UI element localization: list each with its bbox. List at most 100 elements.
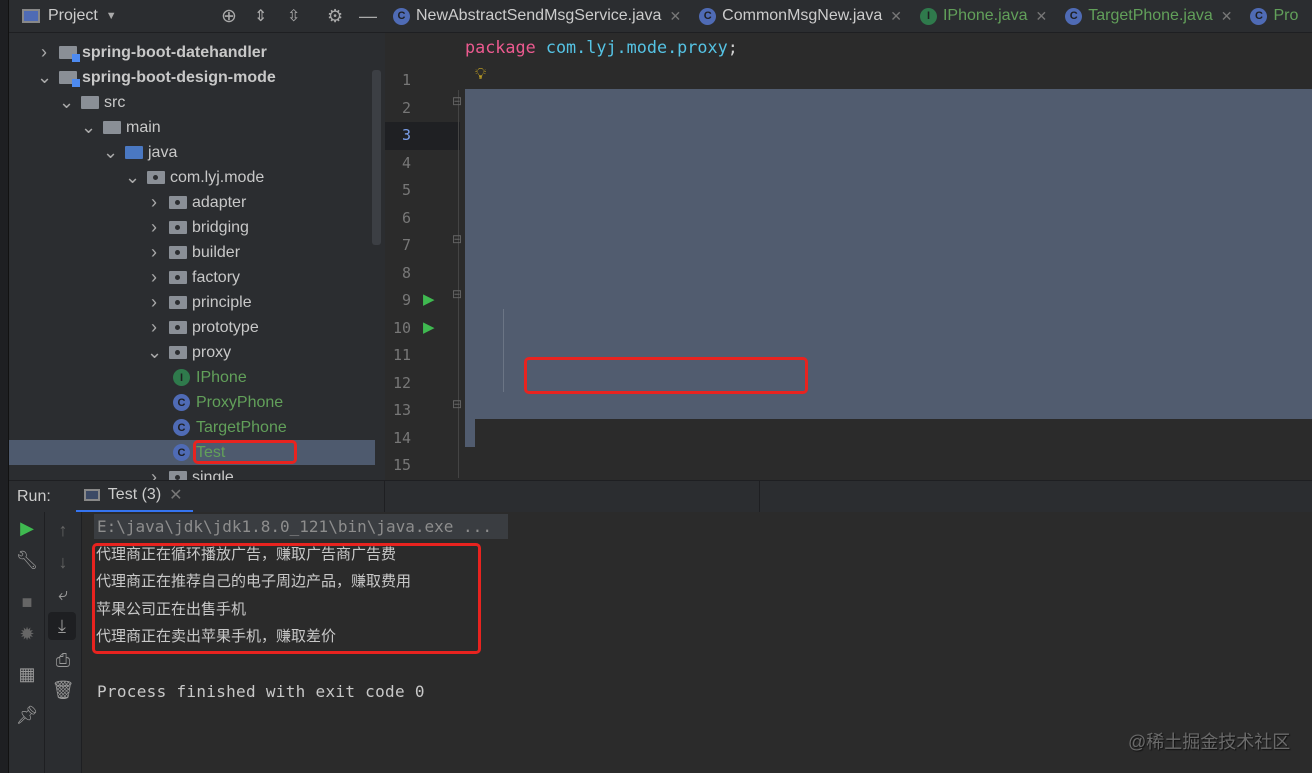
- class-icon: C: [173, 444, 190, 461]
- pin-icon[interactable]: 📌︎: [9, 705, 45, 726]
- arrow-up-icon[interactable]: ↑: [45, 520, 81, 541]
- chevron-right-icon[interactable]: ›: [147, 317, 161, 338]
- editor-tab[interactable]: C Pro: [1242, 7, 1308, 25]
- chevron-right-icon[interactable]: ›: [147, 192, 161, 213]
- run-panel-header: Run: Test (3) ✕: [9, 480, 1312, 513]
- interface-icon: I: [173, 369, 190, 386]
- package-icon: [169, 271, 187, 284]
- wrench-icon[interactable]: 🔧︎: [9, 550, 45, 571]
- arrow-down-icon[interactable]: ↓: [45, 552, 81, 573]
- soft-wrap-icon[interactable]: ⤶: [45, 584, 81, 605]
- line-number: 7: [401, 236, 411, 254]
- tree-item[interactable]: ⌄ proxy: [9, 340, 375, 365]
- code-editor[interactable]: C NewAbstractSendMsgService.java ✕ C CommonM…: [385, 0, 1312, 502]
- close-icon[interactable]: ✕: [1035, 8, 1047, 25]
- tree-item[interactable]: ⌄ java: [9, 140, 375, 165]
- close-icon[interactable]: ✕: [1221, 8, 1233, 25]
- tree-item[interactable]: › prototype: [9, 315, 375, 340]
- console-toolbar: ↑ ↓ ⤶ ⤓ ⎙ 🗑︎: [45, 512, 82, 773]
- chevron-down-icon[interactable]: ⌄: [81, 117, 96, 138]
- rerun-icon[interactable]: ▶: [9, 518, 45, 539]
- line-number: 6: [401, 208, 411, 227]
- chevron-down-icon[interactable]: ⌄: [37, 67, 52, 88]
- tree-item[interactable]: C ProxyPhone: [9, 390, 375, 415]
- tab-label: CommonMsgNew.java: [722, 7, 883, 24]
- chevron-down-icon[interactable]: ⌄: [103, 142, 118, 163]
- chevron-right-icon[interactable]: ›: [147, 267, 161, 288]
- trash-icon[interactable]: 🗑︎: [45, 680, 81, 701]
- stop-icon[interactable]: ■: [9, 592, 45, 613]
- chevron-right-icon[interactable]: ›: [147, 217, 161, 238]
- chevron-down-icon[interactable]: ⌄: [125, 167, 140, 188]
- code-token: ;: [727, 37, 738, 57]
- fold-icon[interactable]: ⊟: [452, 397, 462, 411]
- chevron-down-icon[interactable]: ⌄: [59, 92, 74, 113]
- line-number: 8: [401, 263, 411, 282]
- folder-icon: [103, 121, 121, 134]
- tree-item-label: IPhone: [196, 368, 247, 386]
- tree-item-label: adapter: [192, 193, 247, 211]
- print-icon[interactable]: ⎙: [45, 650, 81, 671]
- chevron-right-icon[interactable]: ›: [37, 42, 51, 63]
- tree-item[interactable]: ⌄ main: [9, 115, 375, 140]
- tree-item[interactable]: C TargetPhone: [9, 415, 375, 440]
- fold-icon[interactable]: ⊟: [452, 287, 462, 301]
- gear-icon[interactable]: ⚙: [327, 6, 343, 27]
- tree-item[interactable]: › adapter: [9, 190, 375, 215]
- package-icon: [169, 296, 187, 309]
- fold-icon[interactable]: ⊟: [452, 232, 462, 246]
- line-number: 14: [392, 428, 411, 447]
- tree-item-label: java: [148, 143, 178, 161]
- run-gutter-icon[interactable]: ▶: [423, 318, 435, 336]
- tree-item[interactable]: ⌄ spring-boot-design-mode: [9, 65, 375, 90]
- tree-item[interactable]: › factory: [9, 265, 375, 290]
- console-line: Process finished with exit code 0: [97, 682, 425, 701]
- line-number: 9: [401, 291, 411, 309]
- close-icon[interactable]: ✕: [169, 485, 182, 505]
- left-tool-strip: [0, 0, 9, 773]
- project-title[interactable]: Project: [48, 7, 98, 25]
- expand-all-icon[interactable]: ⇕: [254, 6, 267, 26]
- minimize-icon[interactable]: —: [359, 6, 377, 27]
- folder-icon: [81, 96, 99, 109]
- editor-tab[interactable]: C CommonMsgNew.java ✕: [691, 7, 912, 25]
- editor-tab[interactable]: C TargetPhone.java ✕: [1057, 7, 1242, 25]
- tree-item-label: factory: [192, 268, 241, 286]
- chevron-right-icon[interactable]: ›: [147, 242, 161, 263]
- scroll-to-end-icon[interactable]: ⤓: [48, 612, 76, 640]
- class-icon: C: [1065, 7, 1083, 25]
- chevron-down-icon[interactable]: ▼: [106, 10, 117, 22]
- editor-tabs: C NewAbstractSendMsgService.java ✕ C CommonM…: [385, 0, 1312, 33]
- console-output[interactable]: E:\java\jdk\jdk1.8.0_121\bin\java.exe ..…: [82, 512, 1312, 773]
- fold-icon[interactable]: ⊟: [452, 94, 462, 108]
- tree-item[interactable]: › principle: [9, 290, 375, 315]
- editor-tab[interactable]: I IPhone.java ✕: [912, 7, 1057, 25]
- editor-tab[interactable]: C NewAbstractSendMsgService.java ✕: [385, 7, 691, 25]
- tab-label: TargetPhone.java: [1088, 7, 1213, 24]
- tree-item[interactable]: › bridging: [9, 215, 375, 240]
- tree-item[interactable]: › builder: [9, 240, 375, 265]
- highlight-box-output: [92, 543, 481, 654]
- collapse-all-icon[interactable]: ⇳: [287, 6, 300, 26]
- line-number: 5: [401, 181, 411, 199]
- line-number: 11: [392, 346, 411, 364]
- tree-item[interactable]: I IPhone: [9, 365, 375, 390]
- run-tab-test[interactable]: Test (3) ✕: [75, 481, 193, 513]
- tree-item[interactable]: › spring-boot-datehandler: [9, 40, 375, 65]
- tree-scrollbar[interactable]: [372, 70, 381, 245]
- close-icon[interactable]: ✕: [890, 8, 902, 25]
- code-token: package: [465, 37, 536, 57]
- chevron-down-icon[interactable]: ⌄: [147, 342, 162, 363]
- chevron-right-icon[interactable]: ›: [147, 292, 161, 313]
- debug-bug-icon[interactable]: ✹: [9, 624, 45, 645]
- run-gutter-icon[interactable]: ▶: [423, 290, 435, 308]
- highlight-box-test: [193, 440, 297, 464]
- locate-icon[interactable]: ⊕: [221, 5, 237, 28]
- line-number: 4: [401, 153, 411, 172]
- tree-item[interactable]: ⌄ src: [9, 90, 375, 115]
- close-icon[interactable]: ✕: [669, 8, 681, 25]
- lightbulb-icon[interactable]: 💡︎: [475, 66, 486, 84]
- tree-item[interactable]: ⌄ com.lyj.mode: [9, 165, 375, 190]
- layout-icon[interactable]: ▦: [9, 664, 45, 685]
- tree-item[interactable]: C Test: [9, 440, 375, 465]
